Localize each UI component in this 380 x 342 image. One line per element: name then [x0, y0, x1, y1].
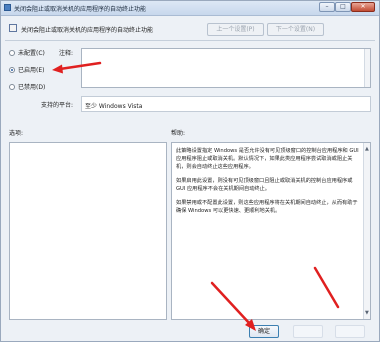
- setting-heading: 关闭会阻止或取消关机的应用程序的自动终止功能: [21, 27, 154, 34]
- help-paragraph: 如果启用此设置，则没有可见顶级窗口且阻止或取消关机的控制台应用程序或 GUI 应…: [176, 178, 353, 192]
- help-label: 帮助:: [171, 130, 186, 137]
- minimize-button[interactable]: –: [319, 2, 335, 12]
- radio-button-checked[interactable]: [9, 66, 15, 73]
- options-pane: [9, 142, 167, 320]
- supported-platforms-field: 至少 Windows Vista: [81, 96, 371, 112]
- maximize-button[interactable]: □: [335, 2, 351, 12]
- radio-enabled[interactable]: 已启用(E): [9, 65, 44, 74]
- comment-scrollbar[interactable]: [364, 49, 370, 87]
- radio-label: 已禁用(D): [18, 84, 46, 91]
- cancel-button[interactable]: [293, 325, 323, 338]
- comment-textarea[interactable]: [81, 48, 371, 88]
- help-paragraph: 此策略设置指定 Windows 是否允许没有可见顶级窗口的控制台应用程序和 GU…: [176, 148, 359, 170]
- options-label: 选项:: [9, 130, 24, 137]
- setting-icon: [9, 24, 17, 32]
- radio-button[interactable]: [9, 83, 15, 90]
- radio-not-configured[interactable]: 未配置(C): [9, 48, 45, 57]
- supported-label: 支持的平台:: [41, 102, 74, 109]
- radio-button[interactable]: [9, 49, 15, 56]
- help-scrollbar[interactable]: ▲ ▼: [363, 143, 370, 319]
- apply-button[interactable]: [335, 325, 365, 338]
- radio-disabled[interactable]: 已禁用(D): [9, 82, 45, 91]
- previous-setting-button[interactable]: 上一个设置(P): [207, 23, 264, 36]
- scroll-up-arrow-icon[interactable]: ▲: [365, 145, 369, 153]
- help-paragraph: 如果禁用或不配置此设置，则这些应用程序将在关机期间自动终止，从而有助于确保 Wi…: [176, 200, 358, 214]
- ok-button[interactable]: 确定: [249, 325, 279, 338]
- policy-icon: [4, 4, 11, 11]
- title-bar: 关闭会阻止或取消关机的应用程序的自动终止功能 – □ ✕: [1, 1, 379, 16]
- radio-label: 已启用(E): [18, 67, 45, 74]
- scroll-down-arrow-icon[interactable]: ▼: [365, 309, 369, 317]
- radio-label: 未配置(C): [18, 50, 45, 57]
- policy-dialog: 关闭会阻止或取消关机的应用程序的自动终止功能 – □ ✕ 关闭会阻止或取消关机的…: [0, 0, 380, 342]
- comment-label: 注释:: [59, 50, 74, 57]
- next-setting-button[interactable]: 下一个设置(N): [267, 23, 324, 36]
- close-button[interactable]: ✕: [351, 2, 375, 12]
- window-title: 关闭会阻止或取消关机的应用程序的自动终止功能: [14, 6, 147, 13]
- help-pane: 此策略设置指定 Windows 是否允许没有可见顶级窗口的控制台应用程序和 GU…: [171, 142, 371, 320]
- header-divider: [5, 40, 375, 41]
